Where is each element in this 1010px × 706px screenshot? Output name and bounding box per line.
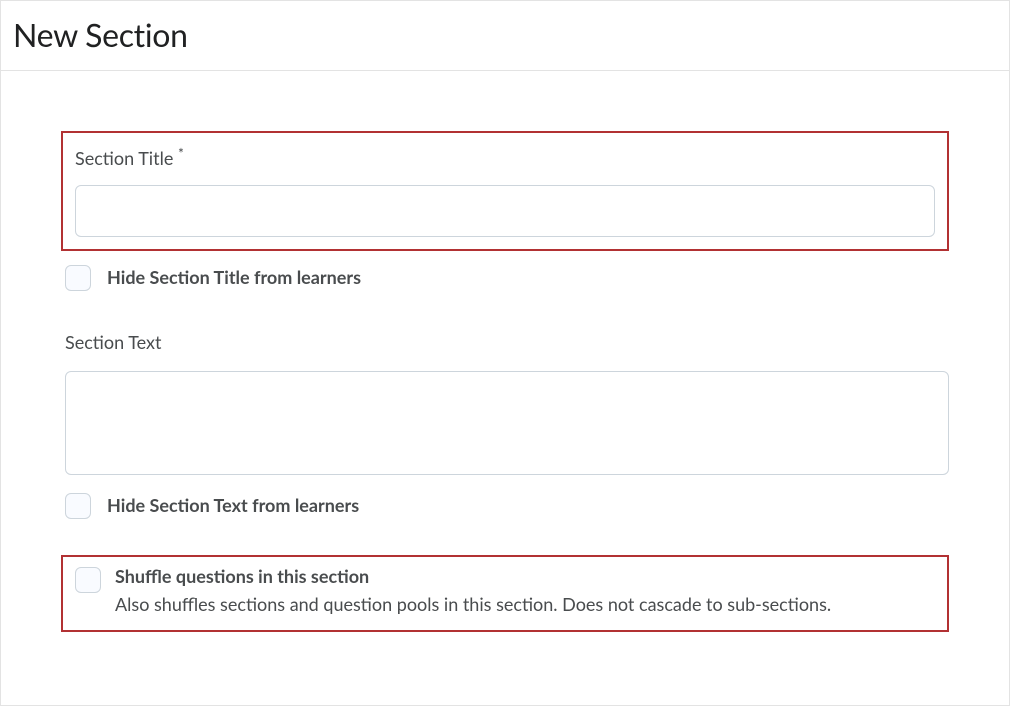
section-text-group: Section Text [61, 331, 949, 479]
shuffle-group: Shuffle questions in this section Also s… [61, 555, 949, 632]
section-text-input[interactable] [65, 371, 949, 475]
required-mark: * [178, 145, 184, 162]
page-title: New Section [13, 15, 997, 54]
hide-title-checkbox[interactable] [65, 265, 91, 291]
hide-title-label: Hide Section Title from learners [107, 266, 361, 289]
shuffle-sublabel: Also shuffles sections and question pool… [115, 592, 831, 617]
section-title-group: Section Title * [61, 131, 949, 251]
hide-title-row: Hide Section Title from learners [65, 265, 949, 291]
page-header: New Section [1, 1, 1009, 71]
section-title-input[interactable] [75, 185, 935, 237]
hide-text-label: Hide Section Text from learners [107, 494, 359, 517]
shuffle-row: Shuffle questions in this section Also s… [75, 565, 935, 618]
shuffle-checkbox[interactable] [75, 567, 101, 593]
section-title-label-text: Section Title [75, 147, 178, 169]
shuffle-highlight: Shuffle questions in this section Also s… [61, 555, 949, 632]
shuffle-text-wrap: Shuffle questions in this section Also s… [115, 565, 831, 618]
hide-text-checkbox[interactable] [65, 493, 91, 519]
section-title-label: Section Title * [75, 147, 935, 169]
form-content: Section Title * Hide Section Title from … [1, 71, 1009, 662]
hide-text-row: Hide Section Text from learners [65, 493, 949, 519]
section-text-label: Section Text [65, 331, 949, 353]
shuffle-label: Shuffle questions in this section [115, 565, 831, 588]
